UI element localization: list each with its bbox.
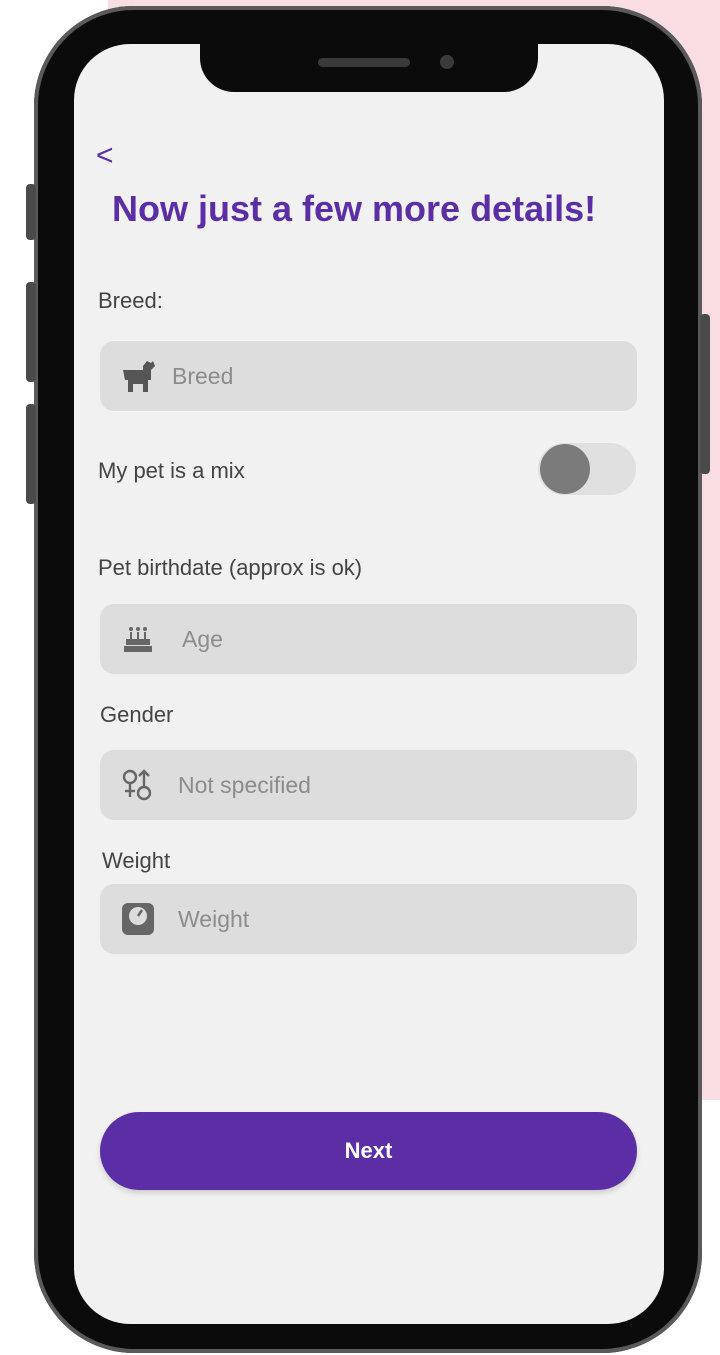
notch-camera (440, 55, 454, 69)
chevron-left-icon: < (96, 139, 114, 172)
phone-volume-up (26, 282, 36, 382)
back-button[interactable]: < (96, 136, 120, 176)
phone-volume-down (26, 404, 36, 504)
birthdate-input[interactable]: Age (100, 604, 637, 674)
breed-input[interactable]: Breed (100, 341, 637, 411)
dog-icon (118, 356, 158, 396)
breed-label: Breed: (98, 288, 163, 313)
phone-power-button (700, 314, 710, 474)
next-button[interactable]: Next (100, 1112, 637, 1190)
gender-label: Gender (100, 702, 174, 727)
notch-speaker (318, 58, 410, 67)
gender-select[interactable]: Not specified (100, 750, 637, 820)
weight-placeholder: Weight (178, 905, 250, 932)
breed-placeholder: Breed (172, 362, 234, 389)
mix-toggle[interactable] (538, 443, 636, 495)
cake-icon (118, 619, 158, 659)
birthdate-label: Pet birthdate (approx is ok) (98, 555, 363, 580)
mix-toggle-knob (540, 444, 590, 494)
scale-icon (118, 899, 158, 939)
phone-notch (200, 44, 538, 92)
page-title: Now just a few more details! (112, 188, 597, 229)
weight-label: Weight (102, 848, 171, 873)
gender-icon (118, 765, 158, 805)
birthdate-placeholder: Age (182, 625, 223, 652)
gender-value: Not specified (178, 771, 311, 798)
mix-label: My pet is a mix (98, 458, 245, 483)
weight-input[interactable]: Weight (100, 884, 637, 954)
phone-mute-switch (26, 184, 36, 240)
